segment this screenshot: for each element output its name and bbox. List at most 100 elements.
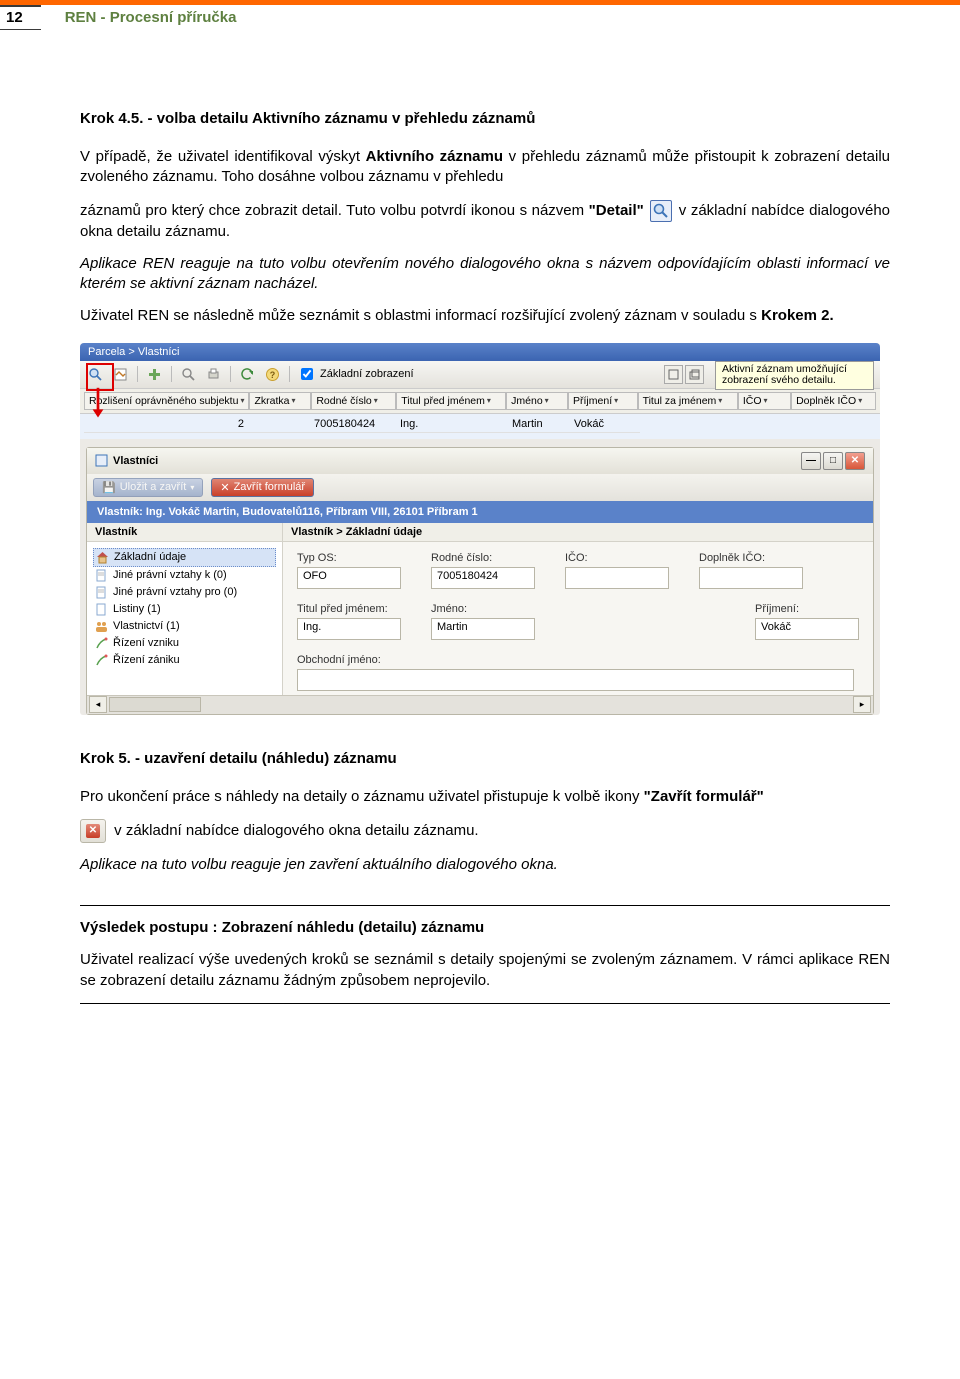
chevron-down-icon: ▾ [545,396,549,405]
titul-pred-label: Titul před jménem: [297,603,401,615]
dialog-titlebar: Vlastníci — □ ✕ [87,448,873,474]
close-button[interactable]: ✕ [845,452,865,470]
save-close-button[interactable]: 💾Uložit a zavřít ▾ [93,478,203,497]
window-icon[interactable] [685,365,704,384]
separator [171,366,172,382]
ico-label: IČO: [565,552,669,564]
scroll-thumb[interactable] [109,697,201,712]
grid-header-cell[interactable]: Zkratka▾ [249,392,311,410]
grid-data-row[interactable]: 2 7005180424 Ing. Martin Vokáč [80,414,880,439]
ss-toolbar: ? Základní zobrazení Aktivní záznam umož… [80,361,880,389]
step-5-para-3: Aplikace na tuto volbu reaguje jen zavře… [80,855,890,875]
search-icon[interactable] [179,365,198,384]
grid-cell: Martin [508,416,570,433]
prijmeni-field[interactable]: Vokáč [755,618,859,640]
obchodni-jmeno-field[interactable] [297,669,854,691]
grid-header-cell[interactable]: Titul před jménem▾ [396,392,506,410]
tree-item-basic-data[interactable]: Základní údaje [93,548,276,567]
detail-icon [650,200,672,222]
step-5-title: Krok 5. - uzavření detailu (náhledu) záz… [80,750,890,767]
scroll-left-icon[interactable]: ◂ [89,696,107,713]
tree-item[interactable]: Jiné právní vztahy pro (0) [93,584,276,601]
grid-header-cell[interactable]: Titul za jménem▾ [638,392,738,410]
tree-item[interactable]: Jiné právní vztahy k (0) [93,567,276,584]
tree-item[interactable]: Listiny (1) [93,601,276,618]
grid-header-cell[interactable]: Rodné číslo▾ [311,392,396,410]
divider [80,1003,890,1004]
label: Jiné právní vztahy pro (0) [113,586,237,598]
label: Uložit a zavřít [120,481,187,493]
minimize-button[interactable]: — [801,452,821,470]
grid-header-cell[interactable]: Rozlišení oprávněného subjektu▾ [84,392,249,410]
refresh-icon[interactable] [238,365,257,384]
obchodni-jmeno-label: Obchodní jméno: [297,654,859,666]
result-title: Výsledek postupu : Zobrazení náhledu (de… [80,918,890,938]
rodne-cislo-field[interactable]: 7005180424 [431,567,535,589]
close-form-button[interactable]: ✕Zavřít formulář [211,478,314,497]
step-4-5-para-2: záznamů pro který chce zobrazit detail. … [80,200,890,242]
scroll-right-icon[interactable]: ▸ [853,696,871,713]
tree-item[interactable]: Řízení vzniku [93,635,276,652]
grid-header-cell[interactable]: Doplněk IČO▾ [791,392,876,410]
basic-view-label: Základní zobrazení [320,368,414,380]
scroll-track[interactable] [109,697,851,712]
chevron-down-icon: ▾ [374,396,378,405]
maximize-button[interactable]: □ [823,452,843,470]
dialog-title: Vlastníci [113,455,158,467]
jmeno-label: Jméno: [431,603,535,615]
label: Zavřít formulář [234,481,306,493]
form-panel: Vlastník > Základní údaje Typ OS:OFO Rod… [283,523,873,695]
tree-item[interactable]: Řízení zániku [93,652,276,669]
horizontal-scrollbar[interactable]: ◂ ▸ [87,695,873,714]
text: záznamů pro který chce zobrazit detail. … [80,201,589,218]
text: Doplněk IČO [796,395,856,407]
grid-header-cell[interactable]: IČO▾ [738,392,791,410]
step-5-para-1: Pro ukončení práce s náhledy na detaily … [80,787,890,807]
doplnek-ico-field[interactable] [699,567,803,589]
ss-detail-dialog: Vlastníci — □ ✕ 💾Uložit a zavřít ▾ ✕Zavř… [86,447,874,715]
jmeno-field[interactable]: Martin [431,618,535,640]
chevron-down-icon: ▾ [858,396,862,405]
prijmeni-label: Příjmení: [755,603,859,615]
text: Titul před jménem [401,395,485,407]
text: Rozlišení oprávněného subjektu [89,395,238,407]
close-form-icon: ✕ [80,819,106,843]
document-title: REN - Procesní příručka [41,5,237,30]
screenshot-vlastnici: Parcela > Vlastníci ? Základní zobrazení [80,343,880,715]
doc-icon [95,586,108,599]
titul-pred-field[interactable]: Ing. [297,618,401,640]
grid-cell: Vokáč [570,416,640,433]
doplnek-ico-label: Doplněk IČO: [699,552,803,564]
tree-item[interactable]: Vlastnictví (1) [93,618,276,635]
add-icon[interactable] [145,365,164,384]
typ-os-label: Typ OS: [297,552,401,564]
dialog-toolbar: 💾Uložit a zavřít ▾ ✕Zavřít formulář [87,474,873,501]
grid-header-row: Rozlišení oprávněného subjektu▾ Zkratka▾… [80,389,880,414]
text-bold: "Detail" [589,201,644,218]
grid-cell: Ing. [396,416,508,433]
text: Titul za jménem [643,395,717,407]
text: Příjmení [573,395,612,407]
print-icon[interactable] [204,365,223,384]
grid-header-cell[interactable]: Jméno▾ [506,392,568,410]
people-icon [95,620,108,633]
branch-icon [95,654,108,667]
help-icon[interactable]: ? [263,365,282,384]
chevron-down-icon: ▾ [240,396,244,405]
window-icon[interactable] [664,365,683,384]
doc-icon [95,569,108,582]
grid-header-cell[interactable]: Příjmení▾ [568,392,638,410]
text: IČO [743,395,762,407]
ico-field[interactable] [565,567,669,589]
text: Uživatel REN se následně může seznámit s… [80,307,761,324]
typ-os-field[interactable]: OFO [297,567,401,589]
text: V případě, že uživatel identifikoval výs… [80,148,366,165]
separator [289,366,290,382]
house-icon [96,551,109,564]
tree-panel: Vlastník Základní údaje Jiné právní vzta… [87,523,283,695]
branch-icon [95,637,108,650]
form-title: Vlastník > Základní údaje [283,523,873,542]
label: Listiny (1) [113,603,161,615]
grid-cell: 7005180424 [310,416,396,433]
basic-view-checkbox[interactable]: Základní zobrazení [297,365,414,383]
